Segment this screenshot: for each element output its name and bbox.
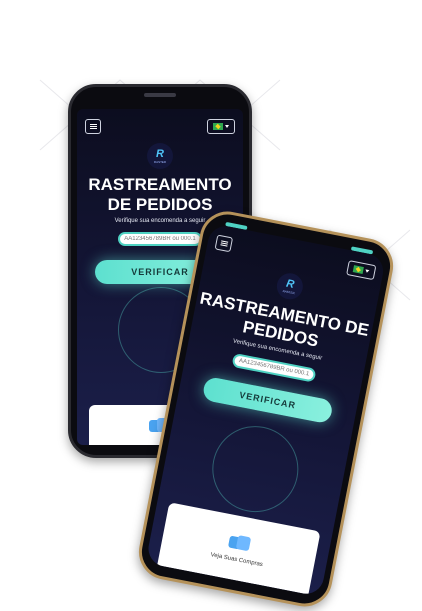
language-selector[interactable] [207,119,235,134]
boxes-icon [227,532,253,554]
chevron-down-icon [364,269,370,274]
brand-logo[interactable]: R RASTER [147,143,173,169]
brazil-flag-icon [213,123,223,130]
language-selector[interactable] [346,260,377,281]
logo-mark-icon: R [156,147,164,160]
menu-icon[interactable] [214,234,234,253]
brazil-flag-icon [352,265,364,274]
page-title: RASTREAMENTO DE PEDIDOS [88,175,232,214]
top-bar [77,109,243,137]
verify-button[interactable]: VERIFICAR [201,376,334,425]
purchases-card[interactable]: Veja Suas Compras [157,502,321,595]
purchases-card-label: Veja Suas Compras [210,552,264,569]
menu-icon[interactable] [85,119,101,134]
tracking-code-input[interactable] [118,232,202,247]
decorative-ring [204,418,306,520]
chevron-down-icon [225,125,229,128]
brand-logo[interactable]: R RASTER [274,271,306,302]
phone-speaker [144,93,176,97]
logo-text: RASTER [153,159,167,164]
